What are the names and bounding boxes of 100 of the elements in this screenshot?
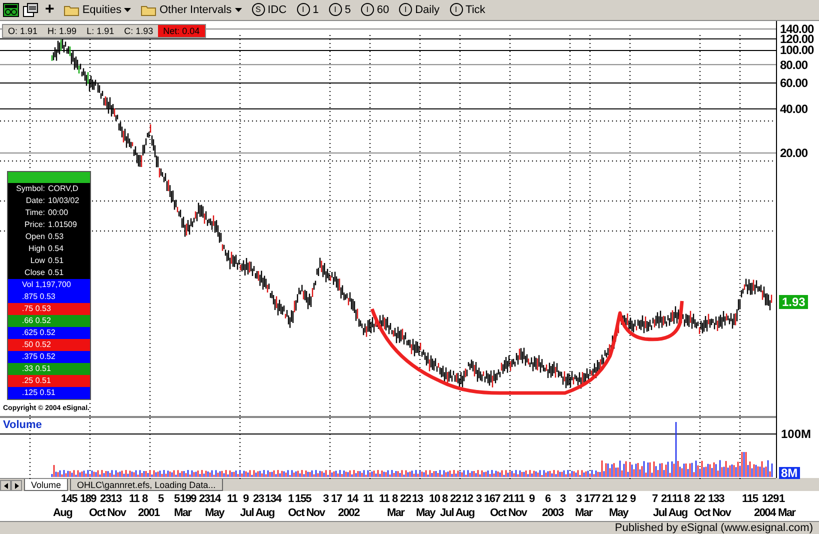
field-value: 10/03/02 [48, 196, 80, 206]
menu-button[interactable]: Other Intervals [138, 1, 245, 18]
pane-title: Volume [3, 418, 42, 431]
date-axis-label: 3 [323, 493, 328, 506]
date-axis-label: 9 [529, 493, 534, 506]
level-row: .50 0.52 [8, 338, 90, 351]
date-axis-label: 177 [584, 493, 600, 506]
date-axis-label: 2314 [199, 493, 220, 506]
price-axis-label: 20.00 [780, 148, 808, 159]
readout-value: O: 1.91 [7, 24, 39, 37]
scroll-right-button[interactable] [11, 480, 22, 492]
date-axis-label: Mar [778, 507, 796, 520]
date-axis-label: 11 [514, 493, 524, 506]
date-axis-label: Jul Aug [240, 507, 274, 520]
menu-label: Other Intervals [159, 4, 232, 16]
level-row: .75 0.53 [8, 302, 90, 315]
caret-icon [124, 8, 132, 12]
price-axis-label: 120.00 [780, 34, 814, 45]
date-axis-label: 21 [661, 493, 672, 506]
date-axis-label: 23 [253, 493, 264, 506]
level-row: .375 0.52 [8, 350, 90, 363]
interval-label: 60 [376, 4, 390, 16]
field-value: 0.51 [48, 268, 64, 278]
field-value: 00:00 [48, 208, 68, 218]
field-label: Price: [24, 220, 45, 230]
date-axis-label: 9 [243, 493, 248, 506]
field-label: Time: [24, 208, 45, 218]
date-axis-label: 12 [762, 493, 773, 506]
field-value: 0.54 [48, 244, 64, 254]
date-axis-label: 11 [227, 493, 238, 506]
date-axis-label: 8 [142, 493, 148, 506]
date-axis-label: 3 [560, 493, 566, 506]
level-row: .875 0.53 [8, 290, 90, 303]
date-axis-label: 7 [652, 493, 658, 506]
date-axis-label: Mar [174, 507, 192, 520]
date-axis-label: 22 [450, 493, 461, 506]
date-axis-label: 9 [773, 493, 778, 506]
price-axis-label: 60.00 [780, 78, 808, 89]
field-label: Symbol: [15, 184, 45, 194]
last-price-label: 1.93 [779, 294, 808, 309]
date-axis-label: 1 [779, 493, 784, 506]
date-axis-label: 21 [602, 493, 613, 506]
interval-button[interactable]: I Tick [446, 1, 488, 18]
date-axis-label: 167 [484, 493, 500, 506]
date-axis-label: 13 [412, 493, 423, 506]
date-axis-label: 22 [400, 493, 411, 506]
field-label: High [28, 244, 45, 254]
interval-label: Tick [466, 4, 486, 16]
interval-button[interactable]: I Daily [396, 1, 443, 18]
date-axis-label: 15 [747, 493, 758, 506]
level-row: .125 0.51 [8, 386, 90, 399]
pane-tab[interactable]: OHLC\gannret.efs, Loading Data... [70, 479, 223, 492]
interval-label: 1 [312, 4, 319, 16]
interval-label: Daily [415, 4, 440, 16]
menu-button[interactable]: Equities [61, 1, 134, 18]
field-label: Low [29, 256, 45, 266]
date-axis-label: Oct Nov [490, 507, 527, 520]
date-axis-label: Oct Nov [89, 507, 126, 520]
date-axis-label: 199 [180, 493, 196, 506]
field-value: 0.53 [48, 232, 64, 242]
scroll-left-button[interactable] [0, 480, 11, 492]
date-axis-label: 12 [616, 493, 627, 506]
date-axis-label: 17 [331, 493, 342, 506]
date-axis-label: 11 [129, 493, 140, 506]
date-axis-label: 12 [462, 493, 473, 506]
date-axis-label: 10 [429, 493, 440, 506]
date-axis-label: 145 [61, 493, 77, 506]
date-axis-label: Oct Nov [694, 507, 731, 520]
level-row: .33 0.51 [8, 362, 90, 375]
price-axis-label: 140.00 [780, 24, 814, 35]
status-text: Published by eSignal (www.esignal.com) [614, 522, 813, 534]
interval-label: IDC [268, 4, 287, 16]
date-axis-label: Aug [53, 507, 72, 520]
date-axis-label: May [416, 507, 435, 520]
volume-axis-label: 100M [780, 428, 812, 440]
date-axis-label: May [609, 507, 628, 520]
volume-axis-label: 8M [779, 466, 800, 479]
readout-value: Net: 0.04 [158, 24, 205, 37]
date-axis-label: May [205, 507, 224, 520]
field-value: 1.01509 [48, 220, 77, 230]
interval-button[interactable]: I 1 [294, 1, 322, 18]
date-axis-label: 8 [442, 493, 448, 506]
readout-value: C: 1.93 [123, 24, 154, 37]
interval-button[interactable]: I 60 [358, 1, 392, 18]
date-axis-label: 2003 [542, 507, 564, 520]
pane-tab[interactable]: Volume [24, 479, 68, 492]
window-icon[interactable] [23, 2, 38, 17]
interval-button[interactable]: I 5 [326, 1, 354, 18]
date-axis-label: 6 [545, 493, 550, 506]
add-button[interactable]: + [42, 1, 58, 18]
date-axis-label: 11 [672, 493, 682, 506]
date-axis-label: 21 [503, 493, 514, 506]
price-axis-label: 100.00 [780, 45, 814, 56]
date-axis-label: 1 [742, 493, 748, 506]
date-axis-label: 3 [576, 493, 582, 506]
interval-button[interactable]: S IDC [248, 1, 290, 18]
interval-label: 5 [344, 4, 351, 16]
date-axis-label: 1 [288, 493, 294, 506]
folder-icon [64, 4, 80, 16]
chart-icon[interactable] [3, 2, 19, 17]
